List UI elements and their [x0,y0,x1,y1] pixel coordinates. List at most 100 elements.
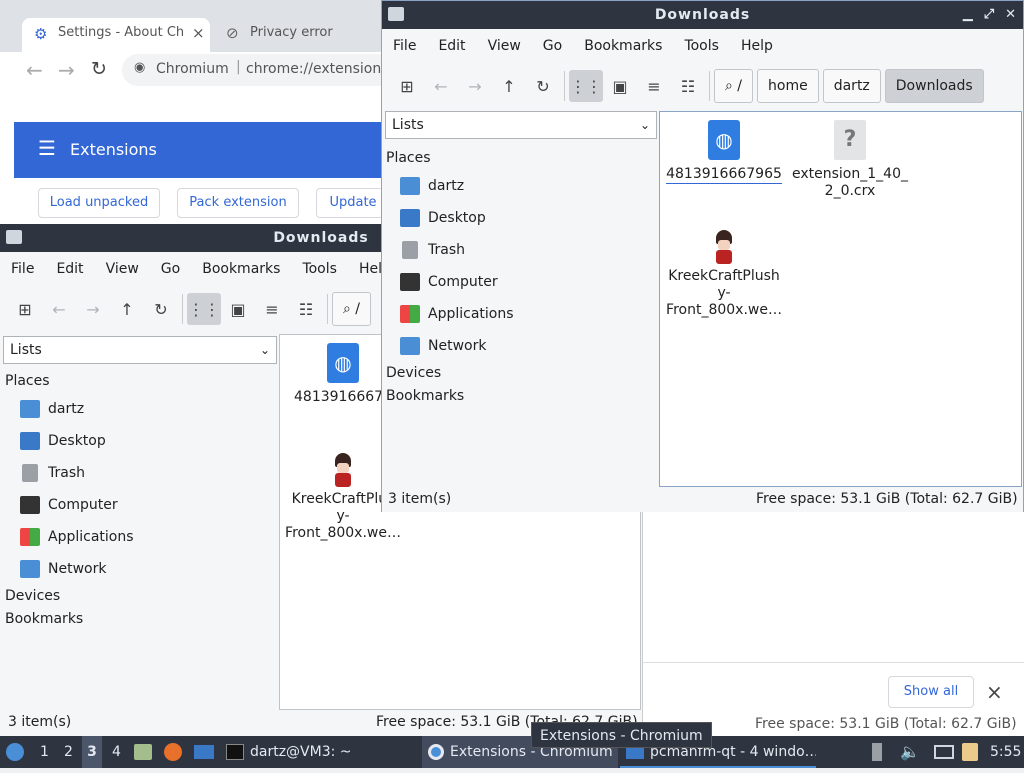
compact-view-icon[interactable]: ≡ [637,70,671,102]
new-tab-icon[interactable]: ⊞ [8,293,42,325]
start-menu-icon[interactable] [6,736,26,768]
close-icon[interactable]: ✕ [1005,1,1017,29]
forward-icon[interactable]: → [458,70,492,102]
battery-icon[interactable] [872,736,882,768]
reload-icon[interactable]: ↻ [526,70,560,102]
menu-bookmarks[interactable]: Bookmarks [191,261,291,277]
file-item[interactable]: KreekCraftPlush y- Front_800x.we… [664,228,784,319]
bookmarks-header[interactable]: Bookmarks [386,388,464,404]
icon-view-icon[interactable]: ⋮⋮ [187,293,221,325]
info-icon: ◉ [134,60,146,75]
web-file-icon: ◍ [327,343,359,383]
nav-back-button[interactable]: ← [26,58,43,82]
thumbnail-view-icon[interactable]: ▣ [603,70,637,102]
menu-tools[interactable]: Tools [673,38,730,54]
sidebar-item-label: Applications [48,529,134,545]
nav-forward-button[interactable]: → [58,58,75,82]
close-downloads-bar-icon[interactable]: × [986,680,1003,704]
toolbar-divider [709,71,710,101]
icon-view-icon[interactable]: ⋮⋮ [569,70,603,102]
tab-label: Settings - About Ch [58,25,185,40]
menu-edit[interactable]: Edit [45,261,94,277]
reload-icon[interactable]: ↻ [144,293,178,325]
menu-view[interactable]: View [95,261,150,277]
sidebar-item-dartz[interactable]: dartz [20,400,84,418]
bookmarks-header[interactable]: Bookmarks [5,611,83,627]
detailed-view-icon[interactable]: ☷ [289,293,323,325]
menu-go[interactable]: Go [532,38,573,54]
side-pane-mode-select[interactable]: Lists ⌄ [3,336,277,364]
sidebar-item-trash[interactable]: Trash [400,241,465,259]
sidebar-item-desktop[interactable]: Desktop [400,209,486,227]
desktop-2[interactable]: 2 [64,736,73,768]
file-item[interactable]: ◍ 4813916667965 [666,120,782,184]
menu-go[interactable]: Go [150,261,191,277]
tab-settings[interactable]: ⚙ Settings - About Ch × [22,18,210,52]
crumb-dartz[interactable]: dartz [822,69,881,103]
file-view[interactable]: ◍ 4813916667965 ? extension_1_40_ 2_0.cr… [659,111,1022,487]
chromium-window: ⚙ Settings - About Ch × ⊘ Privacy error … [0,0,390,230]
sidebar-item-dartz[interactable]: dartz [400,177,464,195]
back-icon[interactable]: ← [42,293,76,325]
terminal-icon [226,744,244,760]
sidebar-item-computer[interactable]: Computer [400,273,498,291]
menu-icon[interactable]: ☰ [38,136,56,160]
detailed-view-icon[interactable]: ☷ [671,70,705,102]
forward-icon[interactable]: → [76,293,110,325]
sidebar-item-applications[interactable]: Applications [400,305,514,323]
network-status-icon[interactable] [934,736,954,768]
menu-file[interactable]: File [0,261,45,277]
sidebar-item-trash[interactable]: Trash [20,464,85,482]
clipboard-icon[interactable] [962,736,978,768]
close-icon[interactable]: × [192,24,205,42]
tab-privacy-error[interactable]: ⊘ Privacy error [214,18,384,52]
file-item[interactable]: ? extension_1_40_ 2_0.crx [790,120,910,200]
taskbar-item-terminal[interactable]: dartz@VM3: ~ [222,736,412,768]
sidebar-item-network[interactable]: Network [400,337,486,355]
menu-bookmarks[interactable]: Bookmarks [573,38,673,54]
menu-edit[interactable]: Edit [427,38,476,54]
window-title: Downloads [654,7,751,23]
up-icon[interactable]: ↑ [492,70,526,102]
compact-view-icon[interactable]: ≡ [255,293,289,325]
sidebar-item-label: Desktop [428,210,486,226]
hidden-status-text: Free space: 53.1 GiB (Total: 62.7 GiB) [755,716,1017,732]
devices-header[interactable]: Devices [5,588,60,604]
desktop-1[interactable]: 1 [40,736,49,768]
update-button[interactable]: Update [316,188,390,218]
reload-button[interactable]: ↻ [91,58,107,80]
menu-tools[interactable]: Tools [291,261,348,277]
back-icon[interactable]: ← [424,70,458,102]
load-unpacked-button[interactable]: Load unpacked [38,188,160,218]
chevron-down-icon: ⌄ [259,343,270,357]
maximize-icon[interactable]: ⤢ [984,1,995,29]
file-manager-launcher-icon[interactable] [134,736,154,768]
sidebar-item-applications[interactable]: Applications [20,528,134,546]
crumb-downloads[interactable]: Downloads [884,69,984,103]
sidebar-item-desktop[interactable]: Desktop [20,432,106,450]
desktop-4[interactable]: 4 [112,736,121,768]
show-all-button[interactable]: Show all [888,676,974,708]
applications-icon [20,528,40,546]
minimize-icon[interactable]: ▁ [963,1,974,29]
side-pane-mode-select[interactable]: Lists ⌄ [385,111,657,139]
address-bar[interactable]: ◉ Chromium | chrome://extension [122,54,390,86]
firefox-launcher-icon[interactable] [164,736,184,768]
up-icon[interactable]: ↑ [110,293,144,325]
sidebar-item-network[interactable]: Network [20,560,106,578]
crumb-root[interactable]: ⌕ / [332,292,372,326]
thumbnail-view-icon[interactable]: ▣ [221,293,255,325]
clock[interactable]: 5:55 [990,736,1021,768]
desktop-launcher-icon[interactable] [194,736,214,768]
crumb-home[interactable]: home [757,69,819,103]
desktop-3[interactable]: 3 [82,736,102,768]
menu-file[interactable]: File [382,38,427,54]
menu-help[interactable]: Help [730,38,784,54]
menu-view[interactable]: View [477,38,532,54]
pack-extension-button[interactable]: Pack extension [177,188,299,218]
volume-icon[interactable]: 🔈 [900,736,920,768]
sidebar-item-computer[interactable]: Computer [20,496,118,514]
new-tab-icon[interactable]: ⊞ [390,70,424,102]
devices-header[interactable]: Devices [386,365,441,381]
crumb-root[interactable]: ⌕ / [714,69,754,103]
